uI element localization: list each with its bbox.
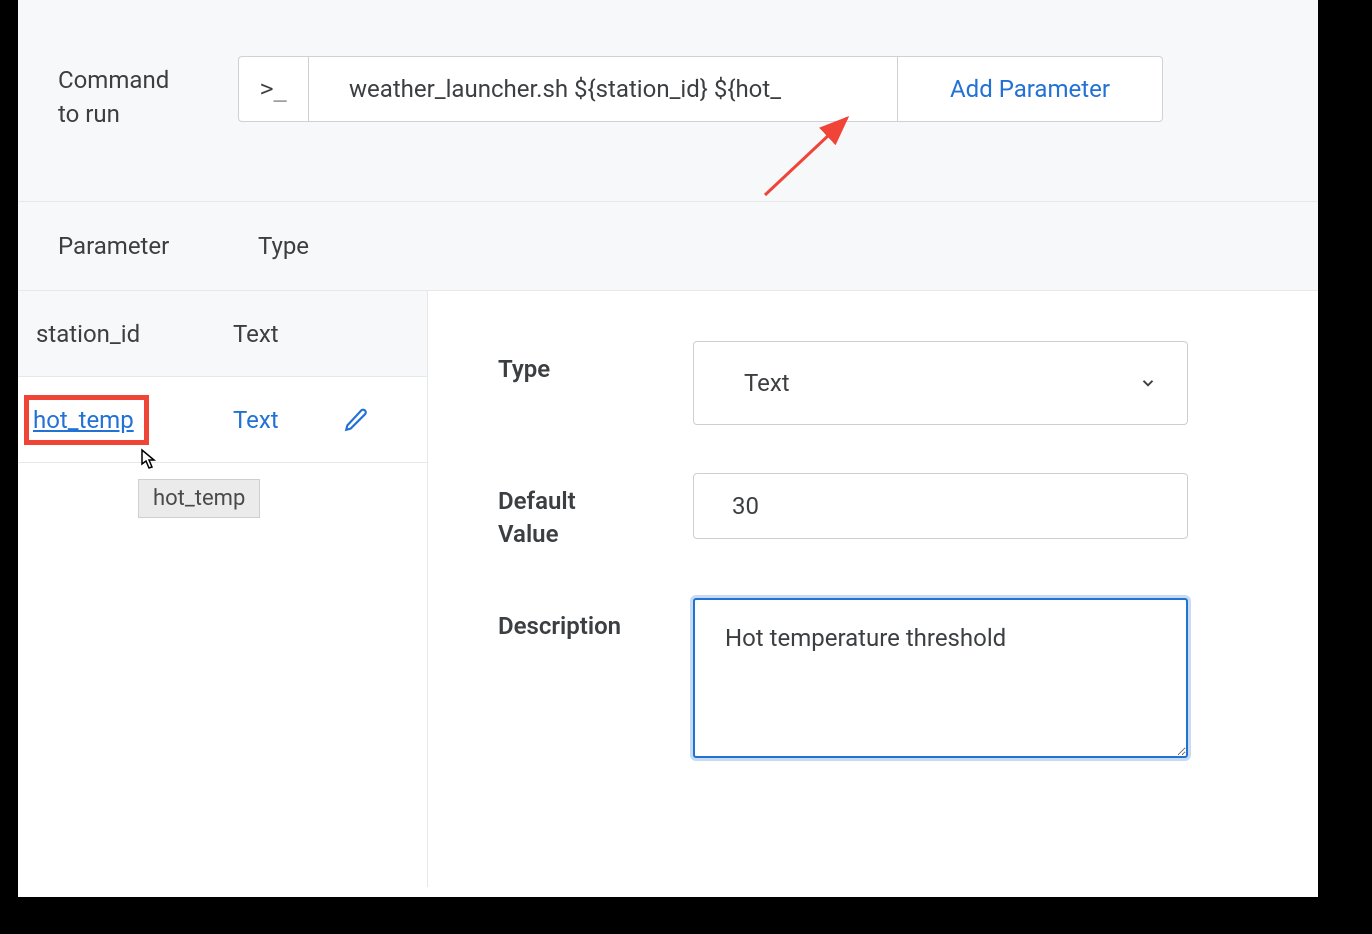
description-label: Description: [498, 598, 693, 642]
command-input-group: >_ Add Parameter: [238, 56, 1163, 122]
parameter-row-hot-temp[interactable]: hot_temp Text: [18, 377, 427, 463]
type-label: Type: [498, 341, 693, 385]
parameter-list: station_id Text hot_temp Text: [18, 291, 428, 887]
command-to-run-label: Command to run: [58, 56, 188, 131]
chevron-down-icon: [1139, 374, 1157, 392]
type-select[interactable]: Text: [693, 341, 1188, 425]
arrow-annotation: [755, 110, 885, 205]
header-type: Type: [258, 232, 309, 260]
default-value-label: Default Value: [498, 473, 693, 550]
parameter-name: station_id: [18, 320, 233, 348]
parameter-row-station-id[interactable]: station_id Text: [18, 291, 427, 377]
config-panel: Command to run >_ Add Parameter Paramete…: [18, 0, 1318, 897]
description-textarea[interactable]: [693, 598, 1188, 758]
parameter-detail-panel: Type Text Default Value Description: [428, 291, 1318, 887]
parameter-name: hot_temp: [24, 395, 149, 445]
add-parameter-button[interactable]: Add Parameter: [898, 56, 1163, 122]
cursor-icon: [136, 446, 160, 478]
command-input[interactable]: [308, 56, 898, 122]
body-area: station_id Text hot_temp Text: [18, 291, 1318, 887]
header-parameter: Parameter: [58, 232, 258, 260]
default-value-input[interactable]: [693, 473, 1188, 539]
parameter-type: Text: [233, 406, 343, 434]
command-section: Command to run >_ Add Parameter: [18, 0, 1318, 201]
tooltip: hot_temp: [138, 479, 260, 518]
type-select-value: Text: [744, 369, 790, 397]
parameter-headers: Parameter Type: [18, 201, 1318, 291]
pencil-icon[interactable]: [343, 407, 369, 433]
terminal-icon: >_: [238, 56, 308, 122]
parameter-type: Text: [233, 320, 343, 348]
